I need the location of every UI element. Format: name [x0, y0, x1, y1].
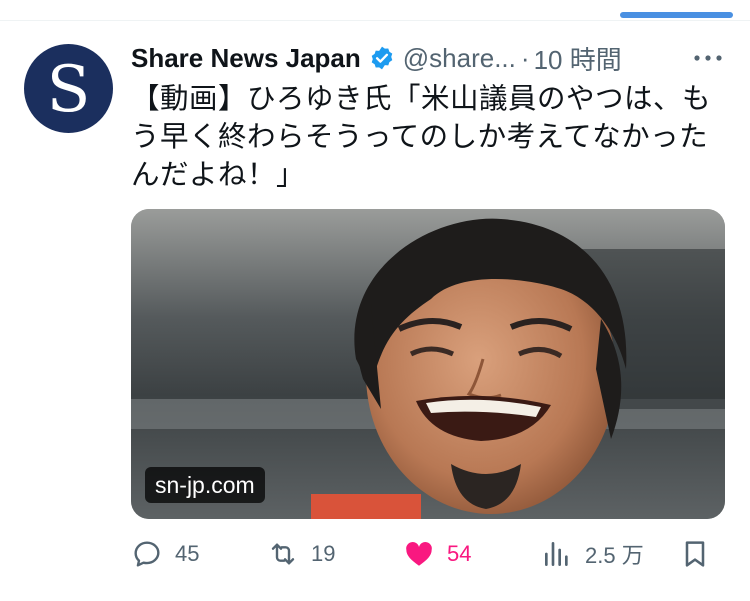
views-count: 2.5 万 — [585, 543, 644, 568]
timestamp[interactable]: 10 時間 — [534, 40, 622, 77]
avatar-letter: S — [46, 52, 91, 127]
like-icon — [406, 542, 432, 566]
views-icon — [545, 542, 568, 566]
bookmark-button[interactable] — [679, 532, 711, 576]
like-button[interactable]: 54 — [403, 532, 471, 576]
tweet-text: 【動画】ひろゆき氏「米山議員のやつは、もう早く終わらそうってのしか考えてなかった… — [131, 83, 712, 191]
retweet-count: 19 — [311, 541, 336, 566]
divider — [0, 20, 750, 21]
reply-button[interactable]: 45 — [131, 532, 199, 576]
avatar[interactable]: S — [24, 44, 113, 133]
reply-count: 45 — [175, 541, 200, 566]
retweet-button[interactable]: 19 — [267, 532, 335, 576]
verified-badge-icon — [369, 45, 395, 71]
like-count: 54 — [447, 541, 472, 566]
views-button[interactable]: 2.5 万 — [541, 532, 644, 576]
scroll-indicator — [620, 12, 733, 18]
tweet-actions: 45 19 54 2.5 万 — [131, 532, 731, 576]
bookmark-icon — [685, 541, 705, 567]
time-separator: · — [520, 42, 530, 73]
tweet-header: Share News Japan @share... · 10 時間 — [131, 38, 731, 78]
link-card-image[interactable]: sn-jp.com — [131, 209, 725, 519]
display-name[interactable]: Share News Japan — [131, 43, 361, 74]
reply-icon — [134, 541, 160, 567]
retweet-icon — [271, 543, 295, 565]
more-icon[interactable] — [692, 46, 724, 70]
handle[interactable]: @share... — [403, 43, 516, 74]
link-domain-badge[interactable]: sn-jp.com — [145, 467, 265, 503]
